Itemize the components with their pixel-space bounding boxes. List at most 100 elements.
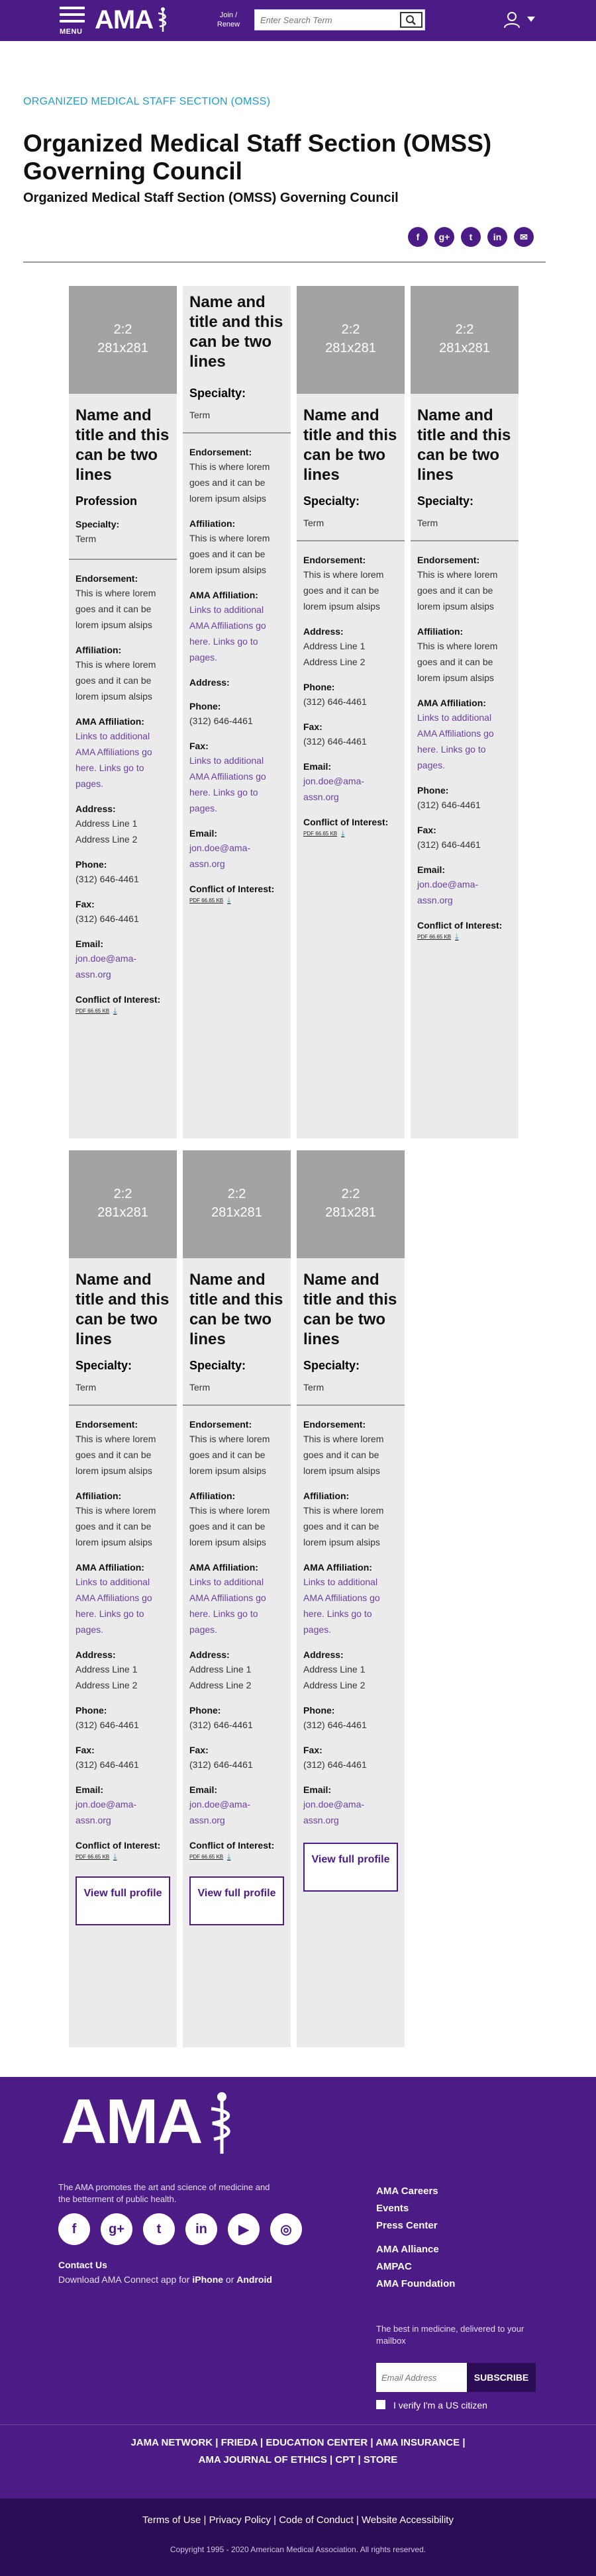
photo-placeholder: 2:2 281x281 [297,1150,405,1258]
photo-ratio: 2:2 [455,322,474,337]
conflict-pdf-link[interactable]: PDF 66.65 KB ⤓ [183,1852,291,1862]
twitter-icon[interactable]: t [143,2213,175,2245]
pdf-size: PDF 66.65 KB [417,934,452,940]
email-link[interactable]: jon.doe@ama-assn.org [183,1796,291,1828]
email-icon[interactable]: ✉ [514,227,534,247]
fax-value: (312) 646-4461 [75,1759,139,1770]
subscribe-button[interactable]: SUBSCRIBE [467,2363,536,2392]
partner-links-row-2[interactable]: AMA JOURNAL OF ETHICS | CPT | STORE [0,2452,596,2469]
phone-value: (312) 646-4461 [303,1720,367,1730]
affiliation-text: This is where lorem goes and it can be l… [75,659,156,702]
facebook-icon[interactable]: f [58,2213,90,2245]
youtube-icon[interactable]: ▶ [228,2213,260,2245]
join-renew-link[interactable]: Join / Renew [212,11,245,29]
specialty-label: Specialty: [75,1359,132,1372]
press-center-link[interactable]: Press Center [376,2217,438,2234]
ampac-link[interactable]: AMPAC [376,2258,455,2276]
top-nav-bar: MENU AMA Join / Renew [0,0,596,41]
pdf-size: PDF 66.65 KB [303,831,338,837]
fax-value: (312) 646-4461 [303,736,367,747]
search-input[interactable] [255,10,401,30]
member-card: 2:2 281x281 Name and title and this can b… [411,286,519,1138]
chevron-down-icon[interactable] [527,17,535,22]
email-label: Email: [75,1784,104,1795]
app-prefix: Download AMA Connect app for [58,2274,190,2285]
download-icon: ⤓ [227,896,231,905]
ama-affiliation-link[interactable]: Links to additional AMA Affiliations go … [69,728,177,792]
ama-affiliation-link[interactable]: Links to additional AMA Affiliations go … [69,1574,177,1637]
instagram-icon[interactable]: ◎ [270,2213,302,2245]
specialty-term: Term [417,518,438,528]
conflict-pdf-link[interactable]: PDF 66.65 KB ⤓ [411,932,519,942]
ama-affiliation-link[interactable]: Links to additional AMA Affiliations go … [297,1574,405,1637]
partner-links-row-1[interactable]: JAMA NETWORK | FRIEDA | EDUCATION CENTER… [0,2434,596,2452]
footer-social: f g+ t in ▶ ◎ [58,2213,302,2245]
logo-wordmark: AMA [95,5,154,34]
ama-alliance-link[interactable]: AMA Alliance [376,2241,455,2258]
conflict-pdf-link[interactable]: PDF 66.65 KB ⤓ [69,1852,177,1862]
view-full-profile-button[interactable]: View full profile [303,1843,398,1892]
google-plus-icon[interactable]: g+ [101,2213,132,2245]
affiliation-label: Affiliation: [417,626,464,637]
endorsement-label: Endorsement: [75,1419,138,1430]
email-link[interactable]: jon.doe@ama-assn.org [183,840,291,872]
footer-logo[interactable]: AMA [61,2090,242,2156]
divider [23,261,546,263]
view-full-profile-button[interactable]: View full profile [189,1876,284,1925]
ama-foundation-link[interactable]: AMA Foundation [376,2276,455,2293]
ama-affiliation-label: AMA Affiliation: [417,698,486,708]
endorsement-label: Endorsement: [189,1419,252,1430]
ama-affiliation-link[interactable]: Links to additional AMA Affiliations go … [411,710,519,773]
hamburger-icon-bar [60,13,85,16]
specialty-label: Specialty: [75,519,120,529]
phone-label: Phone: [303,1705,335,1716]
fax-value: (312) 646-4461 [303,1759,367,1770]
ama-logo[interactable]: AMA [95,4,172,36]
card-divider [297,1404,405,1406]
specialty-label: Specialty: [417,494,474,508]
conflict-label: Conflict of Interest: [75,1840,161,1851]
iphone-link[interactable]: iPhone [192,2274,223,2285]
endorsement-label: Endorsement: [417,555,480,565]
citizen-checkbox[interactable] [376,2400,385,2409]
ama-affiliation-label: AMA Affiliation: [303,1562,372,1573]
photo-dims: 281x281 [325,1205,376,1220]
ama-affiliation-link[interactable]: Links to additional AMA Affiliations go … [183,602,291,665]
view-full-profile-button[interactable]: View full profile [75,1876,170,1925]
email-link[interactable]: jon.doe@ama-assn.org [69,950,177,982]
affiliation-label: Affiliation: [75,1491,122,1501]
endorsement-text: This is where lorem goes and it can be l… [75,1434,156,1476]
ama-careers-link[interactable]: AMA Careers [376,2183,438,2200]
site-footer: AMA The AMA promotes the art and science… [0,2077,596,2499]
pdf-size: PDF 66.65 KB [189,897,224,903]
share-bar: f g+ t in ✉ [408,227,534,247]
linkedin-icon[interactable]: in [487,227,507,247]
linkedin-icon[interactable]: in [185,2213,217,2245]
search-button[interactable] [400,12,422,28]
copyright: Copyright 1995 - 2020 American Medical A… [170,2545,426,2554]
address-line-2: Address Line 2 [75,834,138,845]
ama-affiliation-link[interactable]: Links to additional AMA Affiliations go … [183,1574,291,1637]
address-line-2: Address Line 2 [75,1680,138,1690]
conflict-pdf-link[interactable]: PDF 66.65 KB ⤓ [297,829,405,839]
android-link[interactable]: Android [236,2274,272,2285]
menu-button[interactable]: MENU [58,7,87,36]
breadcrumb[interactable]: ORGANIZED MEDICAL STAFF SECTION (OMSS) [23,96,270,108]
endorsement-label: Endorsement: [75,573,138,584]
email-link[interactable]: jon.doe@ama-assn.org [411,876,519,908]
phone-value: (312) 646-4461 [189,715,253,726]
events-link[interactable]: Events [376,2200,438,2217]
legal-links[interactable]: Terms of Use | Privacy Policy | Code of … [0,2514,596,2526]
ama-affiliation-link[interactable]: Links to additional AMA Affiliations go … [183,753,291,816]
facebook-icon[interactable]: f [408,227,428,247]
conflict-pdf-link[interactable]: PDF 66.65 KB ⤓ [183,896,291,905]
conflict-pdf-link[interactable]: PDF 66.65 KB ⤓ [69,1006,177,1016]
email-link[interactable]: jon.doe@ama-assn.org [297,773,405,805]
contact-us-link[interactable]: Contact Us [58,2260,107,2270]
newsletter-email-input[interactable] [376,2363,467,2392]
email-link[interactable]: jon.doe@ama-assn.org [297,1796,405,1828]
google-plus-icon[interactable]: g+ [434,227,454,247]
email-link[interactable]: jon.doe@ama-assn.org [69,1796,177,1828]
user-account-icon[interactable] [503,11,521,28]
twitter-icon[interactable]: t [461,227,481,247]
